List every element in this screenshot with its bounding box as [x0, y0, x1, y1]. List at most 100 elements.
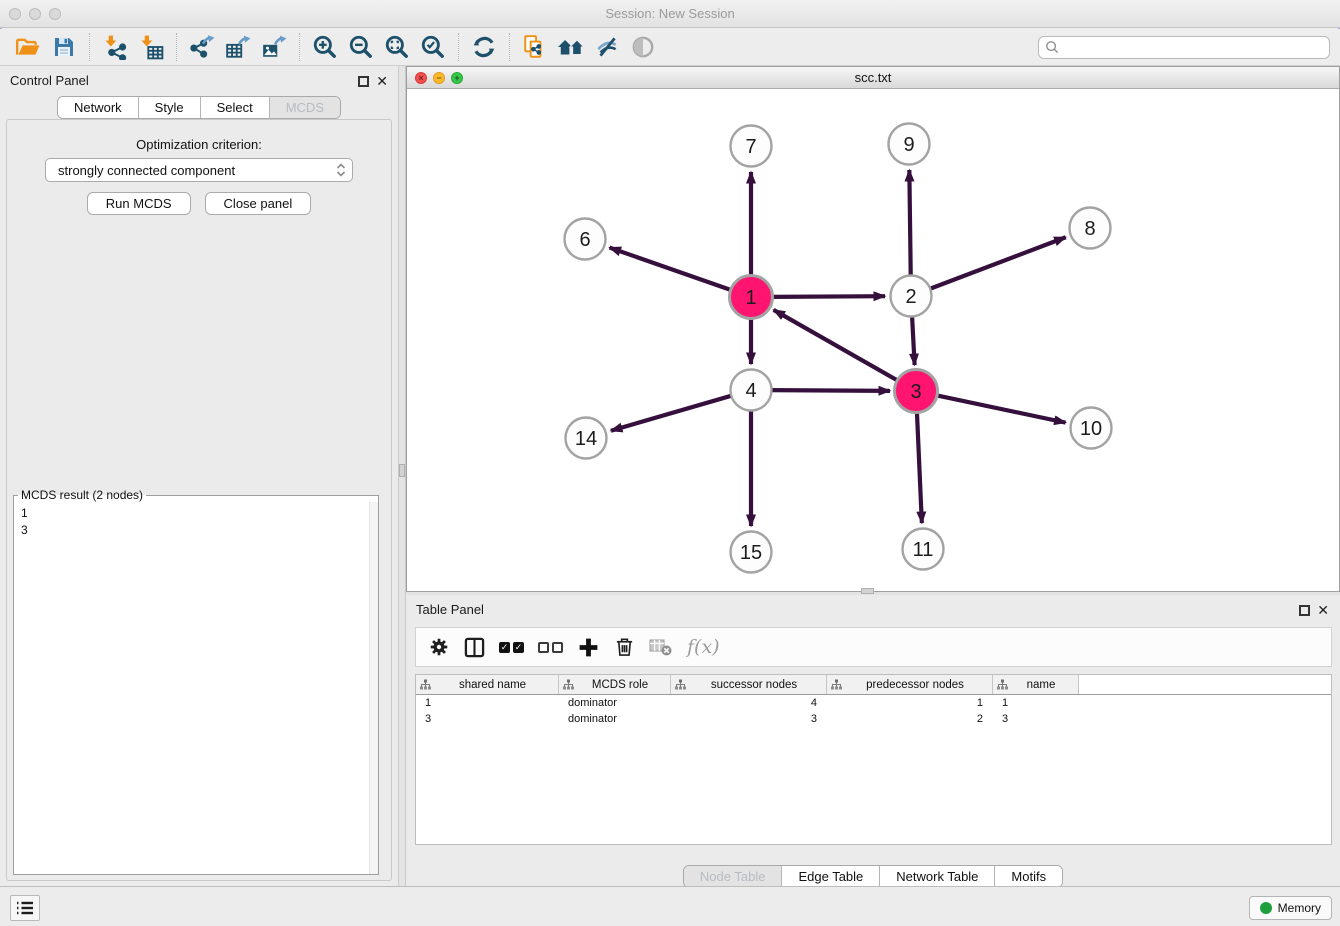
tab-edge-table[interactable]: Edge Table	[781, 866, 879, 887]
create-column-button[interactable]	[577, 633, 600, 661]
eye-icon	[630, 34, 656, 60]
task-history-button[interactable]	[10, 895, 40, 921]
export-table-button[interactable]	[220, 31, 256, 63]
application-window: { "colors": { "accent_orange": "#ee9116"…	[0, 0, 1340, 926]
column-header-successor-nodes[interactable]: successor nodes	[671, 675, 827, 694]
tab-node-table[interactable]: Node Table	[684, 866, 782, 887]
tab-motifs[interactable]: Motifs	[994, 866, 1062, 887]
table-cell[interactable]: 2	[827, 711, 993, 727]
control-panel-close-button[interactable]: ✕	[376, 72, 388, 90]
table-cell[interactable]: 1	[416, 695, 559, 711]
network-canvas[interactable]: 7968124314101511	[407, 89, 1339, 591]
zoom-selected-icon	[420, 34, 446, 60]
table-cell[interactable]: 3	[993, 711, 1079, 727]
graphics-details-toggle-button[interactable]	[589, 31, 625, 63]
zoom-out-button[interactable]	[343, 31, 379, 63]
save-session-button[interactable]	[46, 31, 82, 63]
export-image-button[interactable]	[256, 31, 292, 63]
column-header-label: predecessor nodes	[842, 679, 988, 691]
networks-home-button[interactable]	[553, 31, 589, 63]
table-cell[interactable]: 3	[671, 711, 827, 727]
apply-layout-button[interactable]	[466, 31, 502, 63]
graph-edge-2-9[interactable]	[909, 170, 910, 277]
splitter-grip[interactable]	[861, 588, 874, 594]
toolbar-separator	[299, 33, 300, 61]
network-minimize-button[interactable]: −	[433, 72, 445, 84]
network-graph: 7968124314101511	[407, 89, 1339, 591]
tab-network-table[interactable]: Network Table	[879, 866, 994, 887]
deselect-all-button[interactable]	[538, 633, 563, 661]
table-cell[interactable]: 1	[993, 695, 1079, 711]
mcds-result-scrollbar[interactable]	[369, 502, 378, 874]
control-panel: Control Panel ✕ NetworkStyleSelectMCDS O…	[0, 66, 398, 886]
search-box[interactable]	[1038, 36, 1330, 59]
network-view-title: scc.txt	[407, 67, 1339, 88]
graph-edge-4-14[interactable]	[611, 395, 733, 430]
tab-mcds[interactable]: MCDS	[269, 97, 340, 118]
mcds-panel: Optimization criterion: strongly connect…	[6, 119, 392, 881]
import-network-button[interactable]	[97, 31, 133, 63]
tab-style[interactable]: Style	[138, 97, 200, 118]
table-cell[interactable]: dominator	[559, 695, 671, 711]
graph-edge-3-10[interactable]	[935, 395, 1066, 423]
export-network-button[interactable]	[184, 31, 220, 63]
window-titlebar: Session: New Session	[0, 0, 1340, 28]
import-table-button[interactable]	[133, 31, 169, 63]
splitter-grip[interactable]	[399, 464, 405, 477]
table-panel-close-button[interactable]: ✕	[1317, 601, 1329, 619]
open-session-button[interactable]	[10, 31, 46, 63]
vertical-splitter[interactable]	[398, 66, 406, 886]
sort-tree-icon	[997, 679, 1008, 690]
zoom-selected-button[interactable]	[415, 31, 451, 63]
criterion-select[interactable]: strongly connected component	[45, 158, 353, 182]
clone-network-button[interactable]	[517, 31, 553, 63]
mcds-result-text[interactable]: 1 3	[14, 502, 369, 874]
graph-edge-2-3[interactable]	[912, 315, 915, 365]
column-header-name[interactable]: name	[993, 675, 1079, 694]
checked-checkbox-icon: ✓	[499, 642, 510, 653]
delete-column-button[interactable]	[614, 633, 635, 661]
column-header-MCDS-role[interactable]: MCDS role	[559, 675, 671, 694]
network-maximize-button[interactable]: +	[451, 72, 463, 84]
birds-eye-toggle-button[interactable]	[625, 31, 661, 63]
window-zoom-button[interactable]	[49, 8, 61, 20]
window-close-button[interactable]	[9, 8, 21, 20]
memory-label: Memory	[1278, 901, 1321, 915]
show-columns-button[interactable]	[464, 633, 485, 661]
graph-edge-1-6[interactable]	[610, 248, 734, 291]
control-panel-float-button[interactable]	[358, 76, 369, 87]
graph-edge-3-11[interactable]	[917, 410, 922, 523]
delete-table-button[interactable]	[649, 633, 673, 661]
column-header-shared-name[interactable]: shared name	[416, 675, 559, 694]
graph-edge-1-2[interactable]	[770, 296, 885, 297]
run-mcds-button[interactable]: Run MCDS	[87, 192, 191, 215]
select-all-button[interactable]: ✓ ✓	[499, 633, 524, 661]
table-cell[interactable]: 4	[671, 695, 827, 711]
import-table-icon	[138, 34, 164, 60]
table-cell[interactable]: 1	[827, 695, 993, 711]
memory-button[interactable]: Memory	[1249, 896, 1332, 920]
search-input[interactable]	[1060, 40, 1323, 54]
zoom-fit-button[interactable]	[379, 31, 415, 63]
table-cell[interactable]: dominator	[559, 711, 671, 727]
close-panel-button[interactable]: Close panel	[205, 192, 312, 215]
graph-edge-2-8[interactable]	[929, 237, 1066, 289]
column-header-predecessor-nodes[interactable]: predecessor nodes	[827, 675, 993, 694]
tab-select[interactable]: Select	[200, 97, 269, 118]
function-builder-button[interactable]: f(x)	[687, 633, 720, 661]
table-cell[interactable]: 3	[416, 711, 559, 727]
table-panel-float-button[interactable]	[1299, 605, 1310, 616]
network-close-button[interactable]: ×	[415, 72, 427, 84]
zoom-in-button[interactable]	[307, 31, 343, 63]
graph-edge-4-3[interactable]	[770, 390, 890, 391]
column-header-label: name	[1008, 679, 1074, 691]
control-panel-title: Control Panel	[10, 73, 89, 88]
table-toolbar: ✓ ✓	[415, 627, 1332, 667]
tab-network[interactable]: Network	[58, 97, 138, 118]
graph-edge-3-1[interactable]	[774, 310, 900, 382]
window-minimize-button[interactable]	[29, 8, 41, 20]
zoom-fit-icon	[384, 34, 410, 60]
toolbar-separator	[509, 33, 510, 61]
clone-network-icon	[522, 34, 548, 60]
table-mode-button[interactable]	[428, 633, 450, 661]
